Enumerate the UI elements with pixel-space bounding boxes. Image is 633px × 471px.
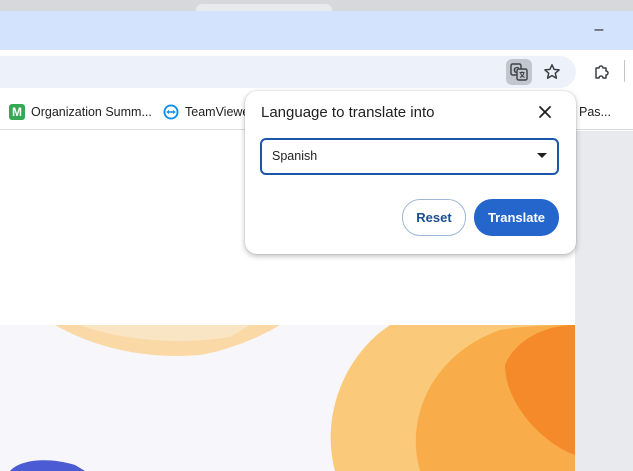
dropdown-caret-icon	[537, 153, 547, 158]
bookmark-organization-summary[interactable]: M Organization Summ...	[9, 101, 152, 123]
language-select[interactable]: Spanish	[260, 138, 559, 175]
bookmark-passwords[interactable]: Pas...	[579, 101, 611, 123]
selected-language: Spanish	[272, 149, 318, 163]
bookmark-star-icon[interactable]	[539, 59, 565, 85]
translate-popup: Language to translate into Spanish Reset…	[245, 91, 576, 254]
extensions-puzzle-icon[interactable]	[589, 59, 615, 85]
translate-button[interactable]: Translate	[474, 199, 559, 236]
address-bar[interactable]	[0, 56, 576, 88]
green-m-icon: M	[9, 104, 25, 120]
translate-icon[interactable]: G	[506, 59, 532, 85]
tab-strip-hint[interactable]	[196, 4, 332, 11]
os-top-strip	[0, 0, 633, 11]
bookmark-label: Organization Summ...	[31, 105, 152, 119]
page-hero-art	[0, 325, 575, 471]
bookmark-teamviewer[interactable]: TeamViewe	[163, 101, 249, 123]
reset-button[interactable]: Reset	[402, 199, 466, 236]
minimize-button[interactable]: –	[587, 19, 611, 43]
close-icon[interactable]	[533, 100, 557, 124]
side-panel	[575, 131, 633, 471]
bookmark-label: TeamViewe	[185, 105, 250, 119]
teamviewer-icon	[163, 104, 179, 120]
bookmark-label: Pas...	[579, 105, 611, 119]
toolbar-separator	[624, 60, 625, 82]
browser-titlebar: –	[0, 11, 633, 50]
popup-title: Language to translate into	[261, 104, 435, 121]
browser-toolbar: G	[0, 50, 633, 94]
